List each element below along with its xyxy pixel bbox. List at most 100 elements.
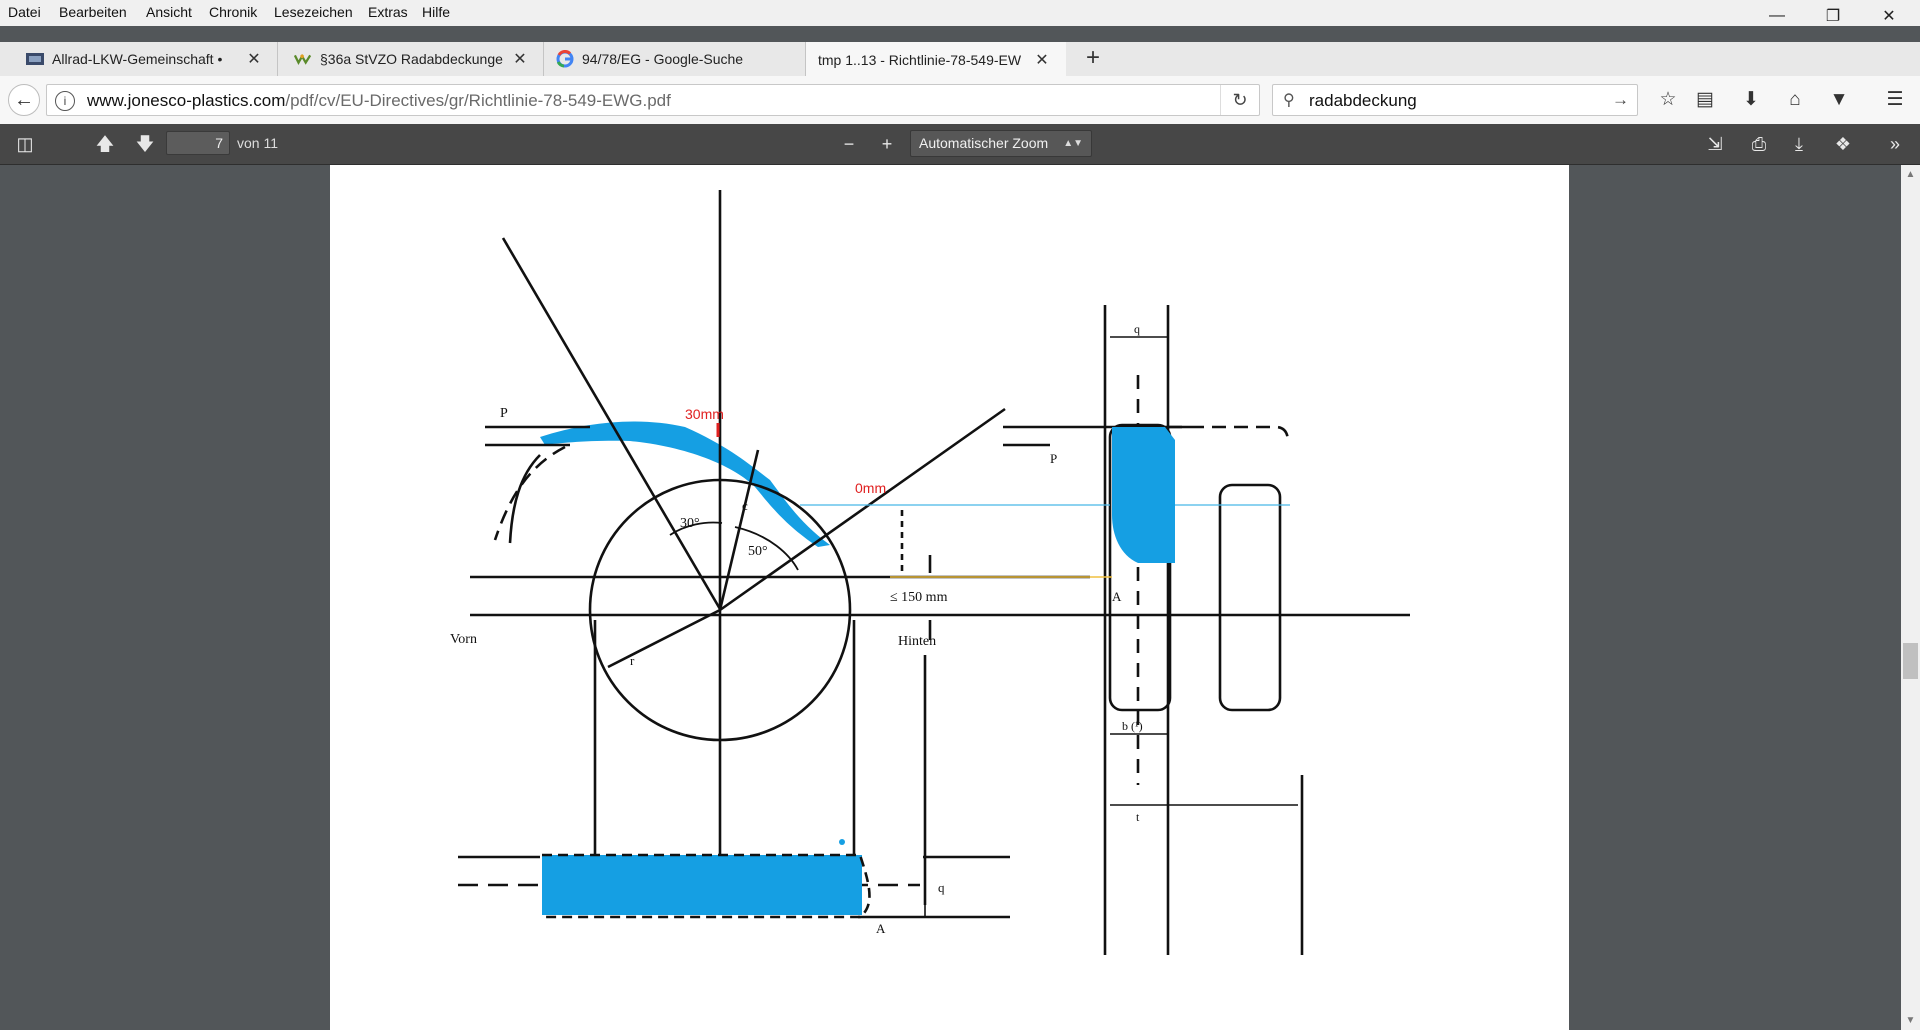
- menu-extras[interactable]: Extras: [368, 4, 408, 20]
- page-number-input[interactable]: 7: [166, 131, 230, 155]
- updown-icon: ▲▼: [1063, 138, 1083, 149]
- tab-label: 94/78/EG - Google-Suche: [582, 51, 744, 67]
- arrow-down-icon: 🡇: [135, 134, 155, 154]
- menu-datei[interactable]: Datei: [8, 4, 41, 20]
- search-go-icon[interactable]: →: [1612, 90, 1629, 110]
- tab-google[interactable]: 94/78/EG - Google-Suche: [544, 42, 806, 76]
- pocket-icon: ▼: [1829, 89, 1849, 110]
- home-icon: ⌂: [1789, 89, 1801, 110]
- tab-close-icon[interactable]: ✕: [1030, 50, 1054, 70]
- tab-stvzo[interactable]: §36a StVZO Radabdeckunge ✕: [278, 42, 544, 76]
- zoom-in-button[interactable]: +: [874, 132, 900, 156]
- restore-icon: ❐: [1825, 8, 1841, 25]
- plus-icon: +: [1085, 44, 1100, 71]
- navigation-bar: ← i www.jonesco-plastics.com/pdf/cv/EU-D…: [0, 76, 1920, 125]
- annotation-30mm: 30mm: [685, 406, 724, 422]
- plus-icon: +: [881, 134, 893, 154]
- google-favicon-icon: [556, 50, 574, 68]
- label-q-top: q: [1134, 322, 1140, 336]
- tire-fender-highlight: [1112, 427, 1175, 563]
- vertical-scrollbar[interactable]: ▲ ▼: [1901, 165, 1920, 1030]
- close-icon: ✕: [1882, 8, 1896, 25]
- save-pdf-button[interactable]: ⤓: [1786, 132, 1812, 156]
- page-count: von 11: [237, 135, 278, 151]
- tools-button[interactable]: »: [1882, 132, 1908, 156]
- back-button[interactable]: ←: [8, 84, 40, 116]
- arrow-up-icon: 🡅: [95, 134, 115, 154]
- new-tab-button[interactable]: +: [1079, 44, 1107, 72]
- scroll-down-icon[interactable]: ▼: [1901, 1015, 1920, 1026]
- zoom-select[interactable]: Automatischer Zoom ▲▼: [910, 130, 1092, 157]
- sidebar-icon: ◫: [16, 134, 34, 154]
- main-menu-button[interactable]: ☰: [1882, 88, 1908, 112]
- top-view-highlight: [542, 855, 862, 915]
- label-a-bottom: A: [876, 921, 886, 936]
- pdf-page: P 30mm 0mm 30° 50° c r ≤ 150 mm Vorn Hin…: [330, 165, 1569, 1030]
- label-c: c: [742, 498, 748, 513]
- pdf-viewer: P 30mm 0mm 30° 50° c r ≤ 150 mm Vorn Hin…: [0, 165, 1920, 1030]
- search-input[interactable]: radabdeckung: [1309, 91, 1417, 111]
- label-q-bottom: q: [938, 880, 945, 895]
- url-bar[interactable]: i www.jonesco-plastics.com/pdf/cv/EU-Dir…: [46, 84, 1260, 116]
- label-vorn: Vorn: [450, 632, 477, 647]
- close-window-button[interactable]: ✕: [1866, 0, 1912, 32]
- downloads-button[interactable]: ⬇: [1738, 88, 1764, 112]
- scrollbar-thumb[interactable]: [1903, 643, 1918, 679]
- presentation-mode-button[interactable]: ⇲: [1702, 132, 1728, 156]
- label-angle-30: 30°: [680, 516, 700, 531]
- tab-close-icon[interactable]: ✕: [242, 49, 266, 69]
- info-icon[interactable]: i: [55, 91, 75, 111]
- next-page-button[interactable]: 🡇: [132, 132, 158, 156]
- pocket-button[interactable]: ▼: [1826, 88, 1852, 112]
- sidebar-toggle-button[interactable]: ◫: [12, 132, 38, 156]
- scroll-up-icon[interactable]: ▲: [1901, 169, 1920, 180]
- tab-bar: Allrad-LKW-Gemeinschaft • ✕ §36a StVZO R…: [0, 42, 1920, 77]
- diagonal-line-right: [719, 407, 1006, 612]
- menu-bearbeiten[interactable]: Bearbeiten: [59, 4, 127, 20]
- printer-icon: ⎙: [1751, 134, 1767, 154]
- clipboard-icon: ▤: [1696, 89, 1714, 110]
- minus-icon: −: [843, 134, 855, 154]
- tab-pdf-active[interactable]: tmp 1..13 - Richtlinie-78-549-EW ✕: [806, 42, 1066, 77]
- previous-page-button[interactable]: 🡅: [92, 132, 118, 156]
- tab-label: Allrad-LKW-Gemeinschaft •: [52, 51, 223, 67]
- drawing-lines: [458, 190, 1410, 955]
- bookmark-star-button[interactable]: ☆: [1655, 88, 1681, 112]
- print-button[interactable]: ⎙: [1746, 132, 1772, 156]
- url-text[interactable]: www.jonesco-plastics.com/pdf/cv/EU-Direc…: [87, 91, 671, 111]
- site-favicon-icon: [294, 50, 312, 68]
- restore-button[interactable]: ❐: [1810, 0, 1856, 32]
- tab-allrad[interactable]: Allrad-LKW-Gemeinschaft • ✕: [0, 42, 278, 76]
- label-a-right: A: [1112, 589, 1122, 604]
- annotation-0mm: 0mm: [855, 480, 886, 496]
- pdf-toolbar: ◫ 🡅 🡇 7 von 11 − + Automatischer Zoom ▲▼ …: [0, 124, 1920, 165]
- download-arrow-icon: ⬇: [1743, 89, 1759, 110]
- label-max-150: ≤ 150 mm: [890, 590, 948, 605]
- dashed-mudguard-right: [1168, 425, 1290, 444]
- radius-line: [607, 608, 721, 669]
- label-b: b (¹): [1122, 719, 1143, 733]
- zoom-out-button[interactable]: −: [836, 132, 862, 156]
- zoom-value: Automatischer Zoom: [919, 135, 1049, 151]
- tab-close-icon[interactable]: ✕: [508, 49, 532, 69]
- menu-hilfe[interactable]: Hilfe: [422, 4, 450, 20]
- reload-button[interactable]: ↻: [1220, 85, 1259, 115]
- minimize-button[interactable]: —: [1754, 0, 1800, 32]
- blue-dot: [839, 839, 845, 845]
- double-chevron-right-icon: »: [1889, 134, 1900, 154]
- menu-bar: Datei Bearbeiten Ansicht Chronik Lesezei…: [0, 0, 1920, 26]
- label-p-right: P: [1050, 451, 1057, 466]
- reading-list-button[interactable]: ▤: [1692, 88, 1718, 112]
- dashed-fender-front: [493, 445, 566, 541]
- search-box[interactable]: ⚲ radabdeckung →: [1272, 84, 1638, 116]
- hamburger-menu-icon: ☰: [1886, 89, 1904, 110]
- tab-label: tmp 1..13 - Richtlinie-78-549-EW: [818, 51, 1022, 68]
- menu-ansicht[interactable]: Ansicht: [146, 4, 192, 20]
- technical-drawing: P 30mm 0mm 30° 50° c r ≤ 150 mm Vorn Hin…: [450, 190, 1410, 955]
- menu-lesezeichen[interactable]: Lesezeichen: [274, 4, 353, 20]
- fullscreen-icon: ⇲: [1707, 134, 1723, 154]
- home-button[interactable]: ⌂: [1782, 88, 1808, 112]
- star-icon: ☆: [1659, 89, 1677, 110]
- menu-chronik[interactable]: Chronik: [209, 4, 257, 20]
- bookmark-view-button[interactable]: ❖: [1830, 132, 1856, 156]
